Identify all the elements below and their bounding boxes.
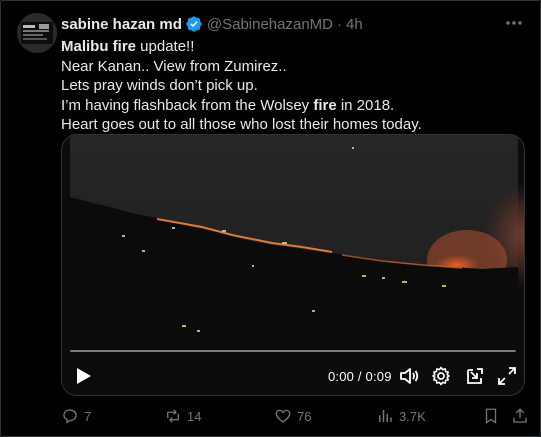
tweet-text-line: I’m having flashback from the Wolsey fir… — [61, 96, 525, 116]
tweet-card[interactable]: sabine hazan md @SabinehazanMD · 4h Mali… — [0, 0, 541, 437]
tweet-text-line: Heart goes out to all those who lost the… — [61, 115, 525, 135]
repost-icon — [167, 409, 179, 423]
tweet-timestamp[interactable]: 4h — [346, 16, 363, 33]
bookmark-icon — [485, 408, 497, 424]
text-segment: Heart goes out to all those who lost the… — [61, 116, 422, 134]
tweet-text-line: Near Kanan.. View from Zumirez.. — [61, 57, 525, 77]
bookmark-button[interactable] — [482, 405, 505, 427]
separator-dot: · — [337, 15, 343, 33]
text-segment: Near Kanan.. View from Zumirez.. — [61, 57, 287, 75]
text-segment: Lets pray winds don’t pick up. — [61, 77, 258, 95]
tweet-header: sabine hazan md @SabinehazanMD · 4h — [61, 14, 363, 34]
share-icon — [513, 408, 527, 423]
share-button[interactable] — [511, 405, 534, 427]
like-icon — [275, 409, 291, 423]
video-progress-bar[interactable] — [70, 350, 516, 352]
popout-icon[interactable] — [464, 365, 486, 387]
video-timecode: 0:00 / 0:09 — [328, 369, 392, 384]
highlighted-text: fire — [313, 96, 337, 114]
tweet-text: Malibu fire update!! Near Kanan.. View fr… — [61, 37, 525, 135]
repost-button[interactable]: 14 — [164, 405, 201, 427]
like-button[interactable]: 76 — [274, 405, 311, 427]
tweet-text-line: Malibu fire update!! — [61, 37, 525, 57]
fullscreen-icon[interactable] — [496, 365, 518, 387]
reply-count: 7 — [84, 408, 92, 424]
author-handle[interactable]: @SabinehazanMD — [207, 16, 333, 33]
tweet-actions: 7 14 76 3.7K — [61, 405, 531, 427]
volume-icon[interactable] — [398, 365, 420, 387]
video-controls: 0:00 / 0:09 — [62, 355, 524, 395]
text-segment: update!! — [136, 38, 195, 55]
verified-badge-icon — [185, 15, 203, 33]
repost-count: 14 — [187, 408, 202, 424]
text-segment: in 2018. — [336, 96, 395, 114]
video-player[interactable]: 0:00 / 0:09 — [61, 134, 525, 396]
author-name[interactable]: sabine hazan md — [61, 16, 182, 33]
play-icon[interactable] — [72, 365, 94, 387]
tweet-text-line: Lets pray winds don’t pick up. — [61, 76, 525, 96]
more-icon[interactable] — [504, 13, 524, 33]
views-button[interactable]: 3.7K — [376, 405, 426, 427]
reply-button[interactable]: 7 — [61, 405, 91, 427]
views-icon — [379, 410, 392, 422]
highlighted-text: fire — [112, 38, 137, 55]
text-segment: I’m having flashback from the Wolsey — [61, 96, 314, 114]
highlighted-text: Malibu — [61, 38, 113, 55]
settings-icon[interactable] — [430, 365, 452, 387]
views-count: 3.7K — [399, 408, 426, 424]
like-count: 76 — [297, 408, 312, 424]
avatar[interactable] — [17, 13, 57, 53]
reply-icon — [63, 409, 77, 424]
